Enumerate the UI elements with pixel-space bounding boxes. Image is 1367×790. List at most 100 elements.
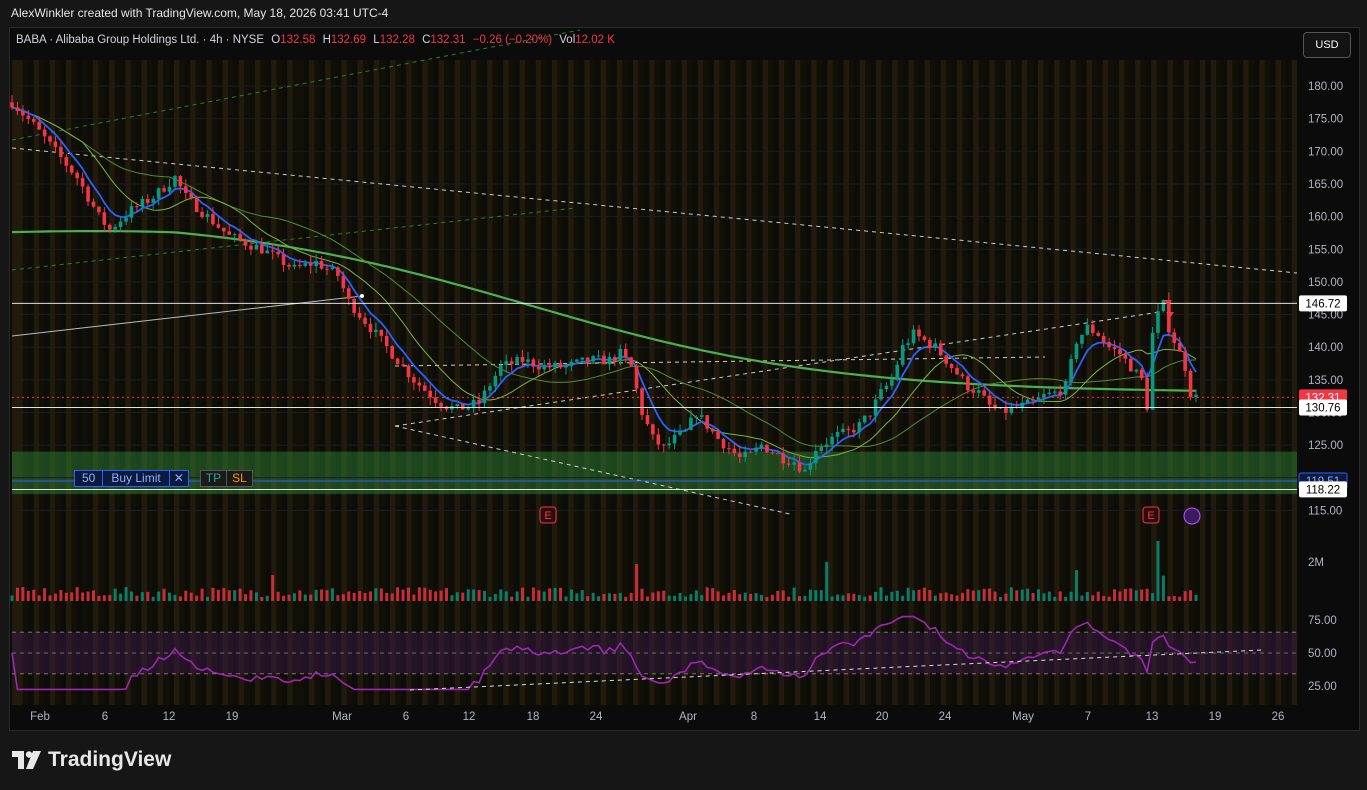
session-stripe <box>303 60 309 705</box>
volume-bar <box>53 593 57 601</box>
change-value: −0.26 (−0.20%) <box>472 34 553 46</box>
candle-body <box>118 221 123 228</box>
candle-body <box>374 329 378 333</box>
volume-bar <box>91 590 95 601</box>
candle-body <box>265 250 270 254</box>
session-stripe <box>854 60 860 705</box>
price-tick-label: 145.00 <box>1308 310 1343 322</box>
session-stripe <box>330 60 336 705</box>
session-stripe <box>384 60 390 705</box>
take-profit-button[interactable]: TP <box>199 470 227 487</box>
volume-bar <box>624 596 628 601</box>
stop-loss-button[interactable]: SL <box>226 470 253 487</box>
symbol-legend[interactable]: BABA · Alibaba Group Holdings Ltd. · 4h … <box>16 34 615 46</box>
candle-body <box>1129 358 1133 372</box>
price-tick-label: 160.00 <box>1308 212 1343 224</box>
session-stripe <box>508 60 515 705</box>
volume-bar <box>792 587 796 601</box>
session-stripe <box>1027 60 1033 705</box>
candle-body <box>281 254 286 265</box>
candle-body <box>10 102 14 108</box>
session-stripe <box>49 60 56 705</box>
session-stripe <box>244 60 250 705</box>
session-stripe <box>1173 60 1179 705</box>
volume-bar <box>868 595 872 601</box>
time-tick-label: 13 <box>1146 711 1159 723</box>
candle-body <box>526 359 530 362</box>
candle-body <box>596 355 601 357</box>
brand-name: TradingView <box>48 748 172 771</box>
volume-bar <box>814 590 818 601</box>
volume-bar <box>933 595 937 601</box>
buy-limit-order[interactable]: 50 Buy Limit ✕ TP SL <box>74 470 253 487</box>
candle-body <box>803 469 807 472</box>
session-stripe <box>1162 60 1168 705</box>
session-stripe <box>1286 60 1292 705</box>
volume-bar <box>998 596 1002 601</box>
candle-body <box>841 428 845 433</box>
candle-body <box>792 462 796 465</box>
tradingview-logo[interactable]: TradingView <box>12 748 171 772</box>
candle-body <box>613 357 617 361</box>
candle-body <box>107 224 112 230</box>
volume-bar <box>559 587 563 601</box>
price-tick-label: 180.00 <box>1308 81 1343 93</box>
session-stripe <box>233 60 239 705</box>
volume-bar <box>770 594 774 601</box>
session-stripe <box>1124 60 1130 705</box>
session-stripe <box>595 60 601 705</box>
volume-bar <box>743 592 747 601</box>
price-badge-label: 130.76 <box>1305 403 1340 415</box>
candle-body <box>325 268 329 270</box>
session-stripe <box>1221 60 1227 705</box>
volume-bar <box>32 589 36 601</box>
order-type[interactable]: Buy Limit <box>103 470 170 487</box>
volume-bar <box>1004 593 1008 601</box>
session-stripe <box>519 60 525 705</box>
session-stripe <box>39 60 45 705</box>
price-chart[interactable]: 2M 75.00 50.00 25.00 180.00 175.00 170.00 165… <box>0 0 1367 790</box>
candle-body <box>460 404 465 410</box>
candle-body <box>748 451 753 453</box>
symbol-title[interactable]: BABA · Alibaba Group Holdings Ltd. · 4h … <box>16 34 264 46</box>
volume-bar <box>1096 591 1100 601</box>
candle-body <box>640 388 644 416</box>
candle-body <box>629 357 633 366</box>
time-tick-label: Mar <box>332 711 352 723</box>
candle-body <box>710 428 715 432</box>
candle-body <box>1172 332 1177 344</box>
volume-bar <box>917 589 921 601</box>
volume-bar <box>135 595 139 601</box>
session-stripe <box>1216 60 1222 705</box>
candle-body <box>243 239 248 246</box>
candle-body <box>80 178 85 187</box>
time-tick-label: 24 <box>590 711 603 723</box>
candle-body <box>547 365 552 368</box>
session-stripe <box>346 60 353 705</box>
candle-body <box>754 447 758 452</box>
volume-bar <box>510 596 514 601</box>
session-stripe <box>1194 60 1200 705</box>
candle-body <box>558 362 563 368</box>
trendline-anchor <box>360 294 364 298</box>
volume-bar <box>803 595 807 601</box>
volume-bar <box>314 589 318 601</box>
rsi-tick-label: 25.00 <box>1308 681 1337 693</box>
candle-body <box>819 447 824 452</box>
candle-body <box>493 375 498 387</box>
candle-body <box>292 264 297 267</box>
candle-body <box>216 224 221 228</box>
volume-bar <box>26 590 30 601</box>
volume-bar <box>1053 596 1057 601</box>
candle-body <box>618 348 623 361</box>
session-stripe <box>125 60 131 705</box>
currency-button[interactable]: USD <box>1303 32 1351 58</box>
candle-body <box>727 448 731 450</box>
earnings-marker-label: E <box>1147 510 1154 522</box>
order-quantity[interactable]: 50 <box>74 470 104 487</box>
candle-body <box>1139 369 1144 379</box>
session-stripe <box>141 60 147 705</box>
volume-bar <box>662 590 666 601</box>
volume-bar <box>368 591 372 601</box>
order-cancel-button[interactable]: ✕ <box>169 470 189 487</box>
